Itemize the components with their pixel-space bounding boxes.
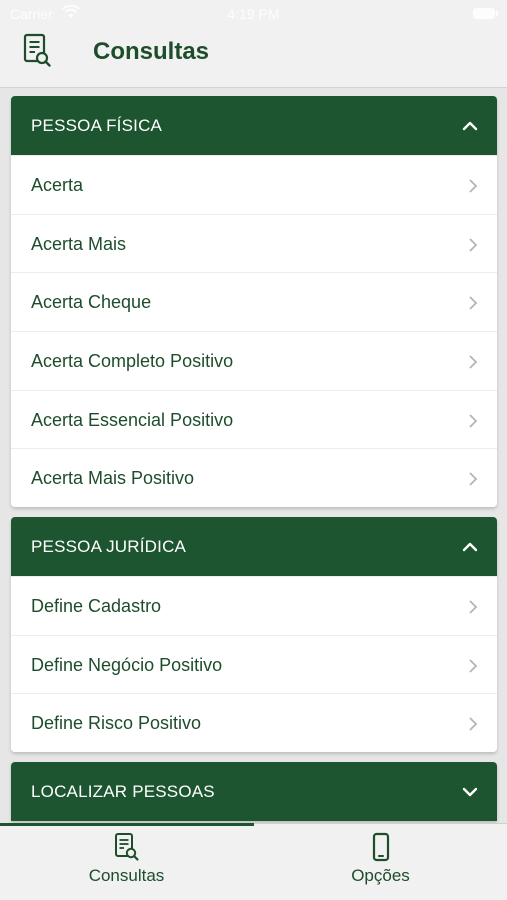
tab-consultas[interactable]: Consultas (0, 824, 253, 900)
list-item-label: Define Risco Positivo (31, 713, 202, 734)
chevron-right-icon (469, 238, 478, 252)
clock: 4:19 PM (227, 6, 280, 22)
list-item-label: Acerta Mais Positivo (31, 468, 195, 489)
list-item-acerta-completo-positivo[interactable]: Acerta Completo Positivo (11, 331, 497, 390)
chevron-right-icon (469, 355, 478, 369)
section-header-localizar-pessoas[interactable]: LOCALIZAR PESSOAS (11, 762, 497, 821)
list-item-label: Define Cadastro (31, 596, 162, 616)
chevron-right-icon (469, 414, 478, 428)
tab-label: Opções (351, 866, 410, 885)
chevron-up-icon (462, 542, 478, 552)
section-header-pessoa-juridica[interactable]: PESSOA JURÍDICA (11, 517, 497, 576)
list-item-acerta-mais[interactable]: Acerta Mais (11, 213, 497, 273)
chevron-down-icon (462, 787, 478, 797)
list-item-label: Acerta Completo Positivo (31, 351, 234, 372)
list-item-acerta-cheque[interactable]: Acerta Cheque (11, 272, 497, 332)
section-title: PESSOA FÍSICA (31, 116, 163, 135)
tab-opcoes[interactable]: Opções (254, 824, 507, 900)
tab-label: Consultas (88, 866, 165, 885)
list-item-define-cadastro[interactable]: Define Cadastro (11, 576, 497, 635)
section-pessoa-fisica: PESSOA FÍSICA Acerta Acerta Mais Acerta … (11, 96, 497, 508)
chevron-up-icon (462, 121, 478, 131)
consultas-list[interactable]: PESSOA FÍSICA Acerta Acerta Mais Acerta … (0, 88, 507, 823)
list-item-label: Define Negócio Positivo (31, 654, 223, 675)
battery-icon (473, 8, 498, 19)
chevron-right-icon (469, 472, 478, 487)
section-header-pessoa-fisica[interactable]: PESSOA FÍSICA (11, 96, 497, 155)
list-item-acerta-mais-positivo[interactable]: Acerta Mais Positivo (11, 448, 497, 508)
list-item-label: Acerta Cheque (31, 292, 152, 313)
section-pessoa-juridica: PESSOA JURÍDICA Define Cadastro Define N… (11, 517, 497, 753)
section-title: PESSOA JURÍDICA (31, 537, 187, 556)
list-item-acerta[interactable]: Acerta (11, 155, 497, 214)
section-localizar-pessoas: LOCALIZAR PESSOAS (11, 762, 497, 821)
chevron-right-icon (469, 600, 478, 614)
chevron-right-icon (469, 659, 478, 673)
app-header: Consultas (0, 28, 507, 88)
chevron-right-icon (469, 179, 478, 193)
list-item-define-risco-positivo[interactable]: Define Risco Positivo (11, 693, 497, 753)
list-item-label: Acerta Mais (31, 233, 127, 254)
tab-bar: Consultas Opções (0, 823, 507, 900)
status-bar: Carrier 4:19 PM (0, 0, 507, 28)
section-title: LOCALIZAR PESSOAS (31, 782, 215, 801)
document-search-icon (114, 833, 139, 861)
list-item-acerta-essencial-positivo[interactable]: Acerta Essencial Positivo (11, 389, 497, 449)
chevron-right-icon (469, 296, 478, 311)
list-item-label: Acerta (31, 175, 84, 195)
list-item-label: Acerta Essencial Positivo (31, 409, 234, 430)
document-search-icon (23, 33, 51, 67)
chevron-right-icon (469, 717, 478, 732)
list-item-define-negocio-positivo[interactable]: Define Negócio Positivo (11, 634, 497, 694)
page-title: Consultas (93, 38, 210, 65)
smartphone-icon (372, 832, 389, 862)
